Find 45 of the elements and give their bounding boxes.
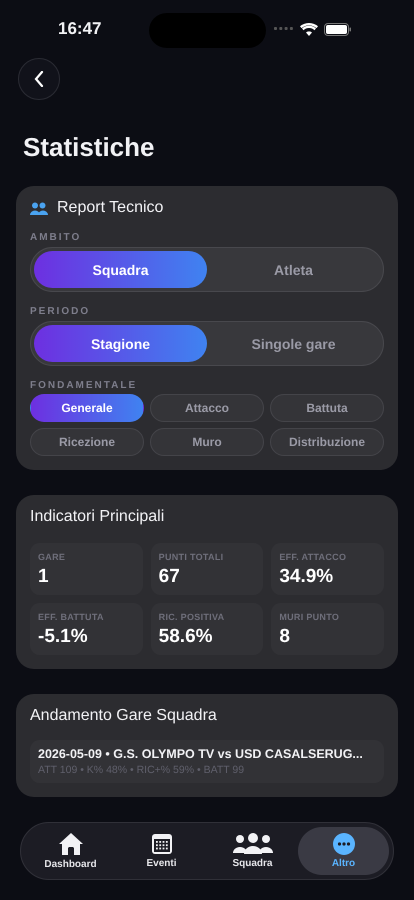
section-label: AMBITO	[30, 232, 82, 243]
more-icon	[332, 833, 354, 855]
back-button[interactable]	[18, 58, 60, 100]
back-icon	[34, 71, 44, 87]
signal-icon	[274, 27, 294, 31]
status-time: 16:47	[58, 19, 102, 39]
calendar-icon	[150, 833, 172, 855]
filter-chip[interactable]: Muro	[150, 428, 264, 456]
tab-item[interactable]: Altro	[298, 827, 389, 875]
stat-value: -5.1%	[38, 626, 89, 648]
battery-icon	[324, 22, 352, 36]
filter-chip[interactable]: Generale	[30, 394, 144, 422]
card-title: Andamento Gare Squadra	[30, 707, 217, 725]
people-icon	[30, 202, 48, 214]
filter-chip[interactable]: Attacco	[150, 394, 264, 422]
segment-option[interactable]: Stagione	[34, 325, 207, 362]
section-label: PERIODO	[30, 306, 92, 317]
stat-value: 34.9%	[279, 566, 334, 588]
stat-label: RIC. POSITIVA	[158, 612, 226, 622]
wifi-icon	[300, 22, 318, 36]
stat-value: 58.6%	[158, 626, 214, 648]
segment-option[interactable]: Singole gare	[207, 325, 380, 362]
segment-option[interactable]: Atleta	[207, 251, 380, 288]
match-title: 2026-05-09 • G.S. OLYMPO TV vs USD CASALSERUG...	[38, 747, 364, 761]
tab-item[interactable]: Eventi	[116, 827, 207, 875]
page-title: Statistiche	[23, 131, 156, 164]
filter-chip[interactable]: Distribuzione	[270, 428, 384, 456]
stat-label: PUNTI TOTALI	[158, 552, 224, 562]
stat-label: MURI PUNTO	[279, 612, 340, 622]
tab-item[interactable]: Squadra	[207, 827, 298, 875]
home-icon	[58, 832, 84, 856]
team-icon	[232, 833, 272, 855]
section-label: FONDAMENTALE	[30, 380, 138, 391]
stat-value: 1	[38, 566, 50, 588]
stat-label: EFF. BATTUTA	[38, 612, 105, 622]
filter-chip[interactable]: Ricezione	[30, 428, 144, 456]
stat-value: 67	[158, 566, 181, 588]
stat-value: 8	[279, 626, 291, 648]
card-title: Report Tecnico	[57, 199, 164, 217]
segment-option[interactable]: Squadra	[34, 251, 207, 288]
card-title: Indicatori Principali	[30, 508, 164, 526]
filter-chip[interactable]: Battuta	[270, 394, 384, 422]
stat-label: GARE	[38, 552, 66, 562]
tab-item[interactable]: Dashboard	[25, 827, 116, 875]
stat-label: EFF. ATTACCO	[279, 552, 348, 562]
